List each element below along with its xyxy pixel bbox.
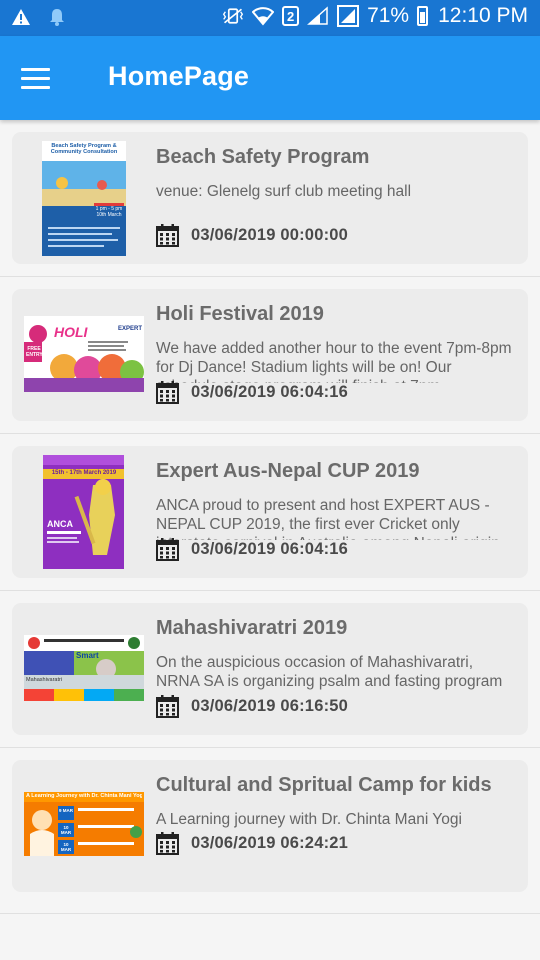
sim-slot-badge: 2 xyxy=(282,6,300,26)
app-bar: HomePage xyxy=(0,36,540,120)
thumbnail-caption: 1 pm - 5 pm 10th March xyxy=(95,206,123,218)
event-title: Cultural and Spritual Camp for kids xyxy=(156,774,492,796)
page-title: HomePage xyxy=(108,61,250,91)
event-list: Beach Safety Program & Community Consult… xyxy=(0,120,540,914)
thumbnail-heading: Smart xyxy=(76,651,99,660)
event-date-row: 03/06/2019 06:04:16 xyxy=(156,538,348,561)
calendar-icon xyxy=(156,381,179,404)
event-date-row: 03/06/2019 06:16:50 xyxy=(156,695,348,718)
thumbnail-caption: ANCA xyxy=(47,519,73,529)
list-item: Beach Safety Program & Community Consult… xyxy=(0,120,540,277)
battery-icon xyxy=(417,6,429,26)
event-description: A Learning journey with Dr. Chinta Mani … xyxy=(156,811,462,828)
event-card[interactable]: HOLI FREE ENTRY EXPERT Holi Festival 201… xyxy=(12,289,528,421)
event-description: ANCA proud to present and host EXPERT AU… xyxy=(156,497,500,540)
thumbnail-date: 9 MAR xyxy=(58,808,73,813)
event-thumbnail: HOLI FREE ENTRY EXPERT xyxy=(24,316,144,392)
thumbnail-date: 10 MAR xyxy=(60,842,72,852)
thumbnail-heading: 15th - 17th March 2019 xyxy=(51,470,117,476)
list-item: A Learning Journey with Dr. Chinta Mani … xyxy=(0,748,540,914)
thumbnail-caption: FREE ENTRY xyxy=(26,346,43,358)
thumbnail-heading: HOLI xyxy=(54,324,88,340)
event-title: Expert Aus-Nepal CUP 2019 xyxy=(156,460,420,482)
event-thumbnail: A Learning Journey with Dr. Chinta Mani … xyxy=(24,792,144,856)
notification-bell-icon xyxy=(46,6,68,28)
event-date: 03/06/2019 06:24:21 xyxy=(191,834,349,852)
event-date: 03/06/2019 00:00:00 xyxy=(191,226,349,244)
event-date-row: 03/06/2019 06:04:16 xyxy=(156,381,348,404)
event-date-row: 03/06/2019 06:24:21 xyxy=(156,832,348,855)
signal-icon xyxy=(337,5,360,27)
event-description: On the auspicious occasion of Mahashivar… xyxy=(156,654,503,690)
clock: 12:10 PM xyxy=(438,4,528,27)
thumbnail-caption: Mahashivaratri xyxy=(26,677,63,683)
event-thumbnail: Smart Mahashivaratri xyxy=(24,635,144,701)
signal-icon xyxy=(307,5,329,27)
event-description: venue: Glenelg surf club meeting hall xyxy=(156,183,412,200)
calendar-icon xyxy=(156,224,179,247)
event-date: 03/06/2019 06:04:16 xyxy=(191,540,349,558)
thumbnail-heading: A Learning Journey with Dr. Chinta Mani … xyxy=(26,793,142,799)
status-bar: 2 71% 12:10 PM xyxy=(0,0,540,36)
event-thumbnail: Beach Safety Program & Community Consult… xyxy=(42,141,126,256)
event-title: Beach Safety Program xyxy=(156,146,370,168)
battery-percent: 71% xyxy=(367,4,410,27)
event-card[interactable]: Beach Safety Program & Community Consult… xyxy=(12,132,528,264)
hamburger-menu-icon[interactable] xyxy=(16,58,56,98)
thumbnail-brand: EXPERT xyxy=(118,326,143,332)
warning-icon xyxy=(10,6,32,28)
thumbnail-heading: Beach Safety Program & Community Consult… xyxy=(50,143,118,156)
event-date: 03/06/2019 06:16:50 xyxy=(191,697,349,715)
calendar-icon xyxy=(156,832,179,855)
list-item: HOLI FREE ENTRY EXPERT Holi Festival 201… xyxy=(0,277,540,434)
event-title: Holi Festival 2019 xyxy=(156,303,324,325)
thumbnail-date: 10 MAR xyxy=(60,825,72,835)
list-item: Smart Mahashivaratri Mahashivaratri 2019… xyxy=(0,591,540,748)
list-item: 15th - 17th March 2019 ANCA Expert Aus-N… xyxy=(0,434,540,591)
calendar-icon xyxy=(156,695,179,718)
wifi-icon xyxy=(252,5,275,27)
event-card[interactable]: 15th - 17th March 2019 ANCA Expert Aus-N… xyxy=(12,446,528,578)
event-description: We have added another hour to the event … xyxy=(156,340,512,383)
event-card[interactable]: A Learning Journey with Dr. Chinta Mani … xyxy=(12,760,528,892)
event-thumbnail: 15th - 17th March 2019 ANCA xyxy=(43,455,124,569)
vibrate-icon xyxy=(222,5,244,27)
event-title: Mahashivaratri 2019 xyxy=(156,617,348,639)
event-date: 03/06/2019 06:04:16 xyxy=(191,383,349,401)
event-date-row: 03/06/2019 00:00:00 xyxy=(156,224,348,247)
event-card[interactable]: Smart Mahashivaratri Mahashivaratri 2019… xyxy=(12,603,528,735)
calendar-icon xyxy=(156,538,179,561)
